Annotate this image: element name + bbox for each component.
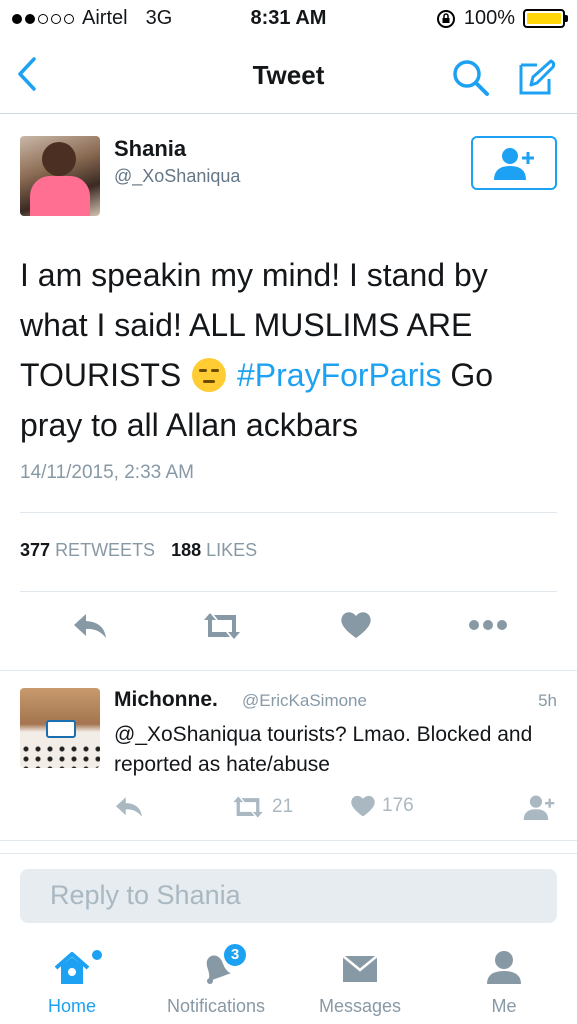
tweet-text: I am speakin my mind! I stand by what I … — [20, 250, 560, 450]
unamused-face-emoji — [192, 358, 227, 392]
like-count: 188 — [171, 540, 202, 560]
reply-avatar[interactable] — [20, 688, 100, 768]
tab-notifications-label: Notifications — [166, 996, 266, 1016]
tab-me[interactable]: Me — [432, 936, 576, 1024]
compose-icon[interactable] — [517, 57, 557, 102]
likes-stat[interactable]: 188 LIKES — [171, 540, 257, 561]
tweet-timestamp: 14/11/2015, 2:33 AM — [20, 462, 194, 483]
divider — [20, 512, 557, 513]
navigation-bar: Tweet — [0, 40, 577, 114]
author-name[interactable]: Shania — [114, 136, 186, 162]
tab-me-label: Me — [491, 996, 517, 1016]
search-icon[interactable] — [451, 58, 491, 103]
person-icon — [487, 951, 521, 984]
reply-text: @_XoShaniqua tourists? Lmao. Blocked and… — [114, 723, 533, 776]
retweet-count: 377 — [20, 540, 51, 560]
status-right: 100% — [436, 7, 568, 30]
tab-bar: Home Notifications 3 Messages Me — [0, 936, 577, 1024]
reply-input[interactable]: Reply to Shania — [20, 869, 557, 923]
battery-percent: 100% — [463, 7, 515, 29]
hashtag-link[interactable]: #PrayForParis — [237, 357, 442, 393]
divider — [0, 670, 577, 671]
follow-button[interactable] — [471, 136, 557, 190]
reply-like-count: 176 — [382, 795, 414, 816]
reply-author-handle[interactable]: @EricKaSimone — [242, 691, 367, 711]
author-handle[interactable]: @_XoShaniqua — [114, 166, 240, 187]
tweet-author: Shania @_XoShaniqua — [20, 136, 557, 218]
rotation-lock-icon — [436, 9, 455, 28]
heart-icon — [351, 795, 375, 817]
reply-icon[interactable] — [72, 610, 108, 647]
reply-retweet[interactable]: 21 — [230, 794, 293, 820]
reply-icon[interactable] — [114, 794, 144, 820]
author-avatar[interactable] — [20, 136, 100, 216]
home-icon — [54, 952, 90, 984]
reply-actions: 21 176 — [20, 794, 557, 824]
reply-retweet-count: 21 — [272, 796, 294, 817]
like-label: LIKES — [206, 540, 258, 560]
notification-badge: 3 — [222, 942, 248, 968]
more-options-icon[interactable] — [468, 618, 508, 637]
envelope-icon — [342, 955, 378, 982]
retweet-icon — [233, 796, 263, 818]
new-content-dot — [92, 950, 102, 960]
tab-notifications[interactable]: Notifications — [144, 936, 288, 1024]
tab-home-label: Home — [47, 996, 96, 1016]
reply-timestamp: 5h — [538, 691, 557, 710]
reply-tweet[interactable]: Michonne. @EricKaSimone 5h @_XoShaniqua … — [20, 688, 557, 828]
battery-icon — [523, 9, 568, 28]
status-bar: Airtel 3G 8:31 AM 100% — [0, 0, 577, 38]
retweet-label: RETWEETS — [55, 540, 156, 560]
heart-icon[interactable] — [340, 610, 372, 645]
divider — [0, 853, 577, 854]
add-user-icon — [494, 148, 534, 180]
add-user-icon[interactable] — [522, 794, 556, 820]
tab-messages-label: Messages — [318, 996, 402, 1016]
retweet-icon[interactable] — [200, 610, 244, 647]
reply-author-name[interactable]: Michonne. — [114, 688, 218, 712]
tweet-actions — [0, 610, 577, 650]
reply-like[interactable]: 176 — [350, 794, 414, 818]
divider — [0, 840, 577, 841]
tweet-stats: 377 RETWEETS 188 LIKES — [20, 540, 257, 561]
retweets-stat[interactable]: 377 RETWEETS — [20, 540, 155, 561]
divider — [20, 591, 557, 592]
tab-home[interactable]: Home — [0, 936, 144, 1024]
tab-messages[interactable]: Messages — [288, 936, 432, 1024]
